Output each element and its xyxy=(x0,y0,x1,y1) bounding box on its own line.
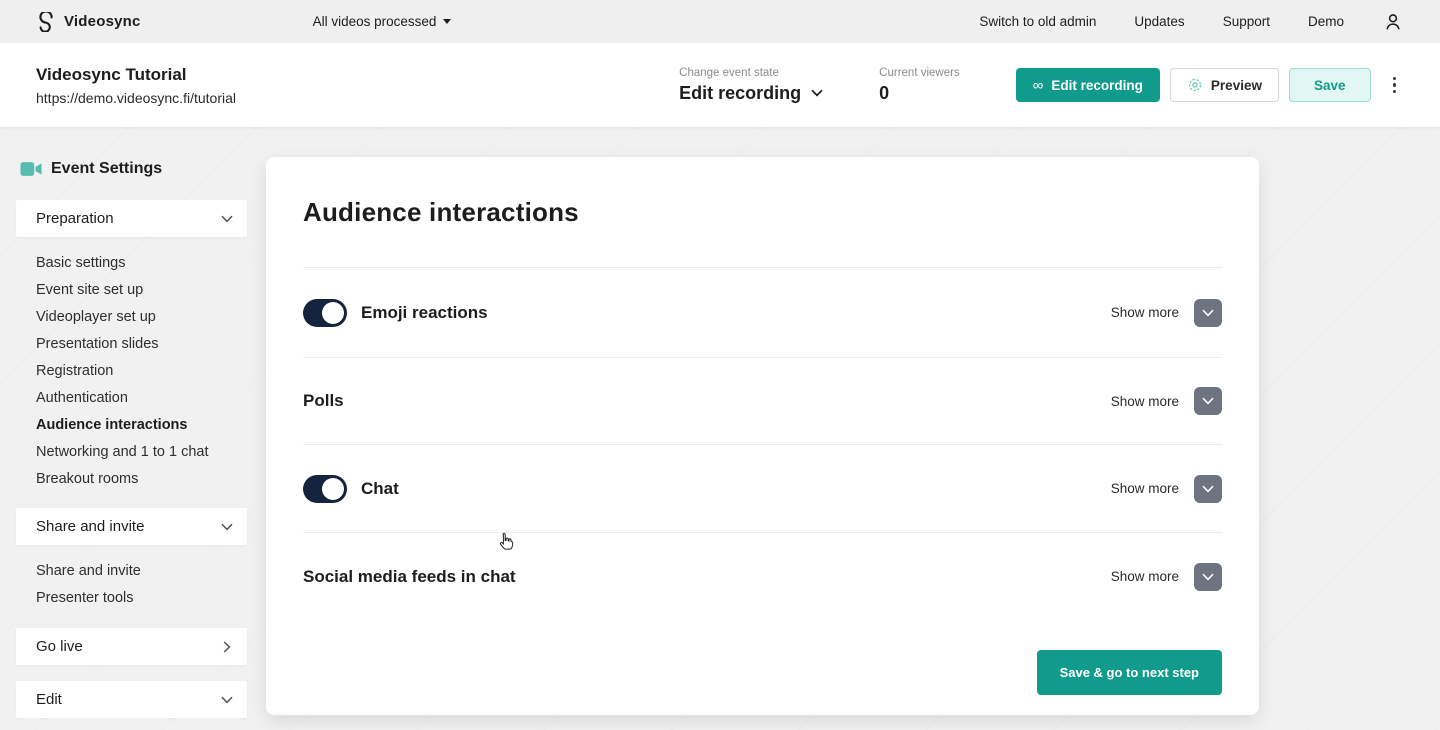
emoji-reactions-toggle[interactable] xyxy=(303,299,347,327)
page-title: Audience interactions xyxy=(303,197,579,228)
accordion-preparation-label: Preparation xyxy=(36,210,114,227)
show-more-link[interactable]: Show more xyxy=(1111,569,1179,584)
topbar-links: Switch to old admin Updates Support Demo xyxy=(979,11,1404,33)
more-options-menu-icon[interactable] xyxy=(1385,71,1405,100)
user-account-icon[interactable] xyxy=(1382,11,1404,33)
eye-icon xyxy=(1187,77,1203,93)
event-title: Videosync Tutorial xyxy=(36,65,236,85)
event-url: https://demo.videosync.fi/tutorial xyxy=(36,90,236,106)
brand[interactable]: Videosync xyxy=(36,12,141,32)
accordion-preparation[interactable]: Preparation xyxy=(16,200,247,237)
accordion-go-live[interactable]: Go live xyxy=(16,628,247,665)
content-area: Event Settings Preparation Basic setting… xyxy=(0,127,1440,730)
link-demo[interactable]: Demo xyxy=(1308,14,1344,29)
sidebar-item-authentication[interactable]: Authentication xyxy=(36,385,247,412)
processing-status-label: All videos processed xyxy=(313,14,437,29)
feature-row-social-media-feeds: Social media feeds in chat Show more xyxy=(303,533,1222,620)
chevron-down-icon xyxy=(1202,397,1214,405)
feature-row-emoji-reactions: Emoji reactions Show more xyxy=(303,268,1222,358)
sidebar-title-label: Event Settings xyxy=(51,160,162,178)
sidebar-item-audience-interactions[interactable]: Audience interactions xyxy=(36,412,247,439)
event-header: Videosync Tutorial https://demo.videosyn… xyxy=(0,43,1440,127)
current-viewers-label: Current viewers xyxy=(879,67,960,79)
chevron-down-icon xyxy=(221,696,233,704)
accordion-edit[interactable]: Edit xyxy=(16,681,247,718)
save-button[interactable]: Save xyxy=(1289,68,1371,102)
accordion-share-label: Share and invite xyxy=(36,518,144,535)
feature-label: Chat xyxy=(361,479,399,499)
event-state-label: Change event state xyxy=(679,67,823,79)
header-actions: ∞ Edit recording Preview Save xyxy=(1016,68,1404,102)
expand-chat-button[interactable] xyxy=(1194,475,1222,503)
show-more-link[interactable]: Show more xyxy=(1111,305,1179,320)
feature-row-chat: Chat Show more xyxy=(303,445,1222,533)
chevron-right-icon xyxy=(223,641,231,653)
sidebar-item-registration[interactable]: Registration xyxy=(36,358,247,385)
processing-status-dropdown[interactable]: All videos processed xyxy=(313,14,452,29)
link-switch-old-admin[interactable]: Switch to old admin xyxy=(979,14,1096,29)
event-state-value: Edit recording xyxy=(679,83,801,104)
link-updates[interactable]: Updates xyxy=(1134,14,1184,29)
sidebar-item-share-and-invite[interactable]: Share and invite xyxy=(36,558,247,585)
share-items: Share and invite Presenter tools xyxy=(36,558,247,612)
accordion-go-live-label: Go live xyxy=(36,638,83,655)
preparation-items: Basic settings Event site set up Videopl… xyxy=(36,250,247,493)
chat-toggle[interactable] xyxy=(303,475,347,503)
sidebar-title: Event Settings xyxy=(20,160,247,178)
save-next-step-button[interactable]: Save & go to next step xyxy=(1037,650,1222,695)
accordion-share-and-invite[interactable]: Share and invite xyxy=(16,508,247,545)
edit-recording-button[interactable]: ∞ Edit recording xyxy=(1016,68,1160,102)
show-more-link[interactable]: Show more xyxy=(1111,394,1179,409)
sidebar-item-breakout-rooms[interactable]: Breakout rooms xyxy=(36,466,247,493)
videosync-logo-icon xyxy=(36,12,56,32)
preview-button-label: Preview xyxy=(1211,78,1262,93)
feature-label: Social media feeds in chat xyxy=(303,567,516,587)
audience-interactions-card: Audience interactions Emoji reactions Sh… xyxy=(266,157,1259,715)
save-button-label: Save xyxy=(1314,78,1346,93)
feature-label: Polls xyxy=(303,391,344,411)
expand-social-media-button[interactable] xyxy=(1194,563,1222,591)
chevron-down-icon xyxy=(1202,485,1214,493)
feature-row-polls: Polls Show more xyxy=(303,358,1222,445)
sidebar-item-basic-settings[interactable]: Basic settings xyxy=(36,250,247,277)
video-camera-icon xyxy=(20,161,42,177)
chevron-down-icon xyxy=(1202,309,1214,317)
link-support[interactable]: Support xyxy=(1223,14,1270,29)
brand-name: Videosync xyxy=(64,13,141,30)
event-state-block: Change event state Edit recording xyxy=(679,67,823,104)
current-viewers-count: 0 xyxy=(879,83,960,104)
preview-button[interactable]: Preview xyxy=(1170,68,1279,102)
expand-emoji-reactions-button[interactable] xyxy=(1194,299,1222,327)
save-next-step-label: Save & go to next step xyxy=(1060,665,1199,680)
chevron-down-icon xyxy=(221,523,233,531)
sidebar-item-event-site-set-up[interactable]: Event site set up xyxy=(36,277,247,304)
top-bar: Videosync All videos processed Switch to… xyxy=(0,0,1440,43)
chevron-down-icon xyxy=(1202,573,1214,581)
event-identity: Videosync Tutorial https://demo.videosyn… xyxy=(36,65,236,106)
sidebar-item-videoplayer-set-up[interactable]: Videoplayer set up xyxy=(36,304,247,331)
settings-sidebar: Event Settings Preparation Basic setting… xyxy=(16,127,247,718)
event-state-dropdown[interactable]: Edit recording xyxy=(679,83,823,104)
accordion-edit-label: Edit xyxy=(36,691,62,708)
current-viewers-block: Current viewers 0 xyxy=(879,67,960,104)
feature-label: Emoji reactions xyxy=(361,303,488,323)
sidebar-item-presenter-tools[interactable]: Presenter tools xyxy=(36,585,247,612)
chevron-down-icon xyxy=(221,215,233,223)
chevron-down-icon xyxy=(811,89,823,97)
sidebar-item-networking-1to1-chat[interactable]: Networking and 1 to 1 chat xyxy=(36,439,247,466)
sidebar-item-presentation-slides[interactable]: Presentation slides xyxy=(36,331,247,358)
show-more-link[interactable]: Show more xyxy=(1111,481,1179,496)
caret-down-icon xyxy=(443,19,451,24)
edit-recording-button-label: Edit recording xyxy=(1051,78,1143,93)
recording-reel-icon: ∞ xyxy=(1033,78,1044,93)
expand-polls-button[interactable] xyxy=(1194,387,1222,415)
